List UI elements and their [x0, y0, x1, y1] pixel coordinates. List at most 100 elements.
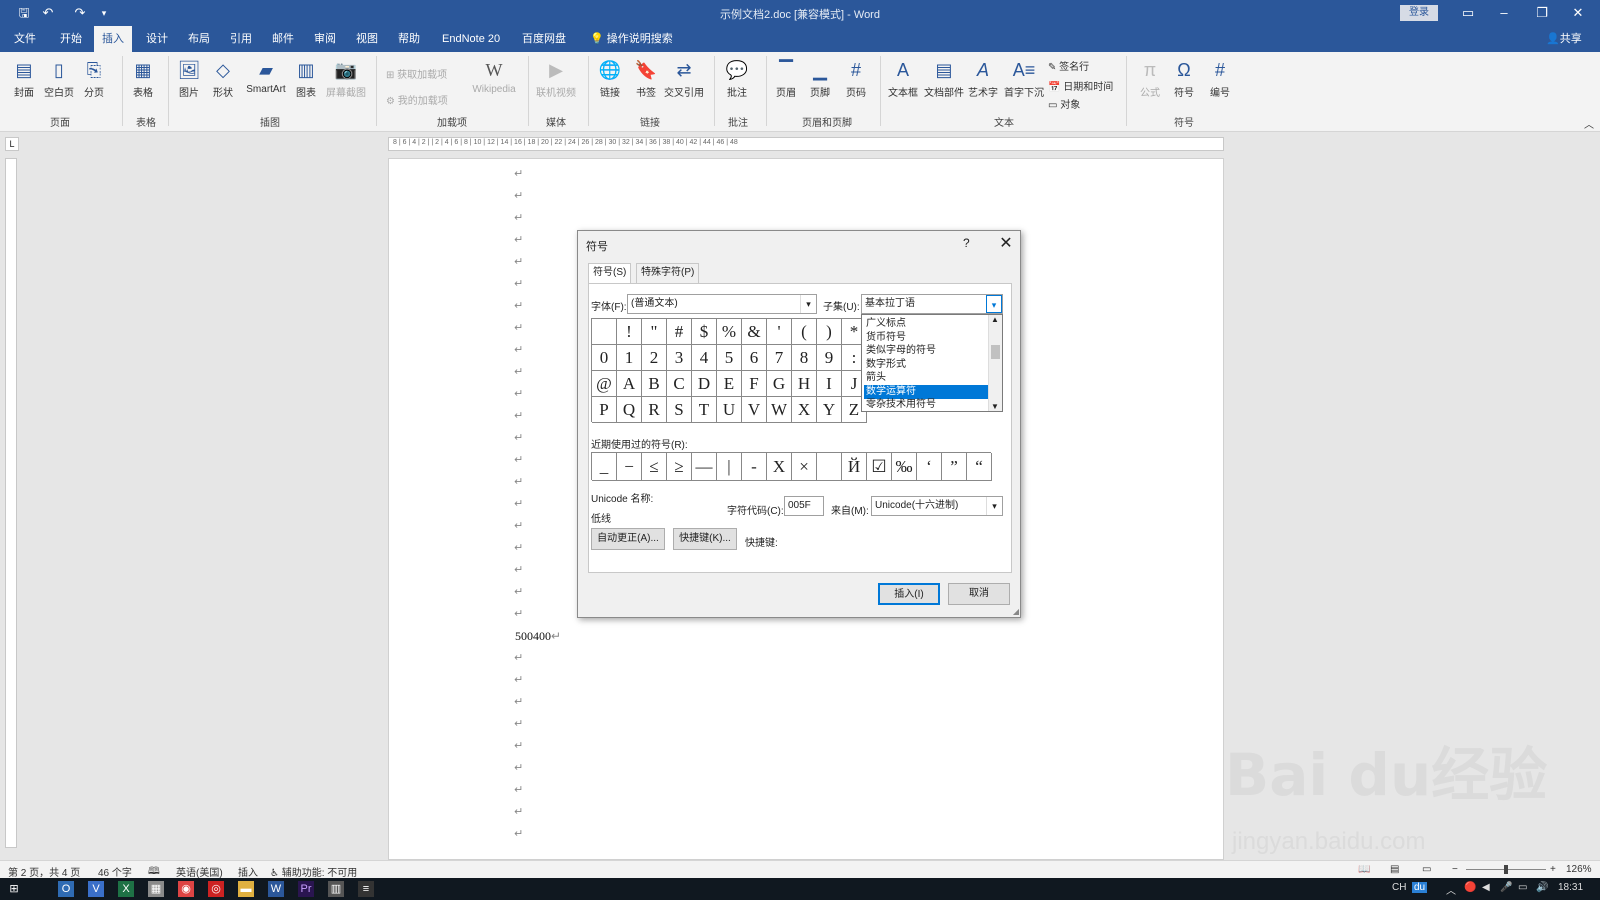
symbol-cell[interactable]: C: [667, 371, 692, 397]
recent-symbol-cell[interactable]: —: [692, 453, 717, 481]
vertical-ruler[interactable]: [5, 158, 17, 848]
recent-symbol-cell[interactable]: ☑: [867, 453, 892, 481]
char-code-input[interactable]: 005F: [784, 496, 824, 516]
subset-select[interactable]: 基本拉丁语 ▾: [861, 294, 1003, 314]
minimize-button[interactable]: –: [1492, 3, 1516, 23]
equation-button[interactable]: π 公式: [1136, 58, 1164, 99]
restore-button[interactable]: ❐: [1530, 3, 1554, 23]
network-icon[interactable]: ▭: [1518, 882, 1527, 893]
tab-mailings[interactable]: 邮件: [264, 26, 302, 52]
symbol-cell[interactable]: R: [642, 397, 667, 423]
recent-symbol-cell[interactable]: [817, 453, 842, 481]
scroll-down-icon[interactable]: ▼: [991, 402, 999, 411]
scroll-up-icon[interactable]: ▲: [991, 315, 999, 324]
symbol-cell[interactable]: %: [717, 319, 742, 345]
chrome-icon[interactable]: ◉: [178, 881, 194, 897]
microphone-icon[interactable]: 🎤: [1500, 882, 1512, 893]
ime-du-icon[interactable]: du: [1412, 882, 1428, 893]
signature-line-button[interactable]: ✎ 签名行: [1048, 58, 1089, 73]
subset-option[interactable]: 广义标点: [864, 317, 988, 331]
symbol-cell[interactable]: 0: [592, 345, 617, 371]
recent-symbol-cell[interactable]: ‰: [892, 453, 917, 481]
font-select[interactable]: (普通文本) ▾: [627, 294, 817, 314]
smartart-button[interactable]: ▰ SmartArt: [242, 58, 290, 95]
recent-symbol-cell[interactable]: “: [967, 453, 992, 481]
app-icon[interactable]: V: [88, 881, 104, 897]
language-status[interactable]: 英语(美国): [176, 864, 223, 879]
zoom-out-button[interactable]: −: [1452, 864, 1458, 875]
symbol-cell[interactable]: P: [592, 397, 617, 423]
tab-view[interactable]: 视图: [348, 26, 386, 52]
symbol-cell[interactable]: B: [642, 371, 667, 397]
symbol-cell[interactable]: G: [767, 371, 792, 397]
symbol-cell[interactable]: 8: [792, 345, 817, 371]
tab-insert[interactable]: 插入: [94, 26, 132, 52]
zoom-in-button[interactable]: +: [1550, 864, 1556, 875]
cross-reference-button[interactable]: ⇄ 交叉引用: [662, 58, 706, 99]
autocorrect-button[interactable]: 自动更正(A)...: [591, 528, 665, 550]
recent-symbol-cell[interactable]: _: [592, 453, 617, 481]
dialog-close-button[interactable]: ✕: [996, 233, 1016, 253]
web-layout-icon[interactable]: ▭: [1422, 864, 1431, 875]
ribbon-display-icon[interactable]: ▭: [1456, 3, 1480, 23]
recent-symbol-cell[interactable]: X: [767, 453, 792, 481]
recent-symbol-cell[interactable]: ‘: [917, 453, 942, 481]
share-button[interactable]: 👤共享: [1538, 26, 1590, 52]
subset-option[interactable]: 零杂技术用符号: [864, 398, 988, 412]
symbol-cell[interactable]: Y: [817, 397, 842, 423]
active-app-icon[interactable]: ▥: [328, 881, 344, 897]
subset-scrollbar[interactable]: ▲ ▼: [988, 315, 1002, 411]
blank-page-button[interactable]: ▯ 空白页: [42, 58, 76, 99]
tab-file[interactable]: 文件: [6, 26, 44, 52]
symbol-cell[interactable]: ): [817, 319, 842, 345]
outlook-icon[interactable]: O: [58, 881, 74, 897]
recent-symbol-cell[interactable]: -: [742, 453, 767, 481]
tab-special-characters[interactable]: 特殊字符(P): [636, 263, 700, 283]
tab-references[interactable]: 引用: [222, 26, 260, 52]
subset-option[interactable]: 类似字母的符号: [864, 344, 988, 358]
wordart-button[interactable]: A 艺术字: [966, 58, 1000, 99]
file-explorer-icon[interactable]: ▬: [238, 881, 254, 897]
chart-button[interactable]: ▥ 图表: [292, 58, 320, 99]
symbol-cell[interactable]: X: [792, 397, 817, 423]
shapes-button[interactable]: ◇ 形状: [208, 58, 238, 99]
symbol-cell[interactable]: ": [642, 319, 667, 345]
my-addins-button[interactable]: ⚙ 我的加载项: [386, 92, 448, 107]
table-button[interactable]: ▦ 表格: [128, 58, 158, 99]
symbol-cell[interactable]: (: [792, 319, 817, 345]
word-icon[interactable]: W: [268, 881, 284, 897]
symbol-cell[interactable]: &: [742, 319, 767, 345]
symbol-cell[interactable]: E: [717, 371, 742, 397]
accessibility-status[interactable]: ♿ 辅助功能: 不可用: [270, 864, 357, 879]
symbol-cell[interactable]: 5: [717, 345, 742, 371]
bookmark-button[interactable]: 🔖 书签: [632, 58, 660, 99]
symbol-cell[interactable]: 7: [767, 345, 792, 371]
symbol-button[interactable]: Ω 符号: [1170, 58, 1198, 99]
text-box-button[interactable]: A 文本框: [886, 58, 920, 99]
tray-app-icon[interactable]: 🔴: [1464, 882, 1476, 893]
subset-option[interactable]: 箭头: [864, 371, 988, 385]
page-count[interactable]: 第 2 页，共 4 页: [8, 864, 80, 879]
collapse-ribbon-icon[interactable]: ︿: [1584, 116, 1594, 131]
scroll-thumb[interactable]: [991, 345, 1000, 359]
horizontal-ruler[interactable]: 8 | 6 | 4 | 2 | | 2 | 4 | 6 | 8 | 10 | 1…: [388, 137, 1224, 151]
symbol-cell[interactable]: D: [692, 371, 717, 397]
wikipedia-button[interactable]: W Wikipedia: [468, 58, 520, 95]
word-count[interactable]: 46 个字: [98, 864, 132, 879]
symbol-cell[interactable]: !: [617, 319, 642, 345]
subset-option[interactable]: 数学运算符: [864, 384, 988, 399]
drop-cap-button[interactable]: A≡ 首字下沉: [1002, 58, 1046, 99]
quick-parts-button[interactable]: ▤ 文档部件: [922, 58, 966, 99]
symbol-cell[interactable]: I: [817, 371, 842, 397]
symbol-cell[interactable]: 2: [642, 345, 667, 371]
screenshot-button[interactable]: 📷 屏幕截图: [324, 58, 368, 99]
symbol-cell[interactable]: T: [692, 397, 717, 423]
tab-review[interactable]: 审阅: [306, 26, 344, 52]
symbol-cell[interactable]: #: [667, 319, 692, 345]
capture-app-icon[interactable]: ≡: [358, 881, 374, 897]
browser-icon[interactable]: ◎: [208, 881, 224, 897]
page-number-button[interactable]: # 页码: [842, 58, 870, 99]
symbol-cell[interactable]: H: [792, 371, 817, 397]
symbol-cell[interactable]: 4: [692, 345, 717, 371]
recent-symbol-cell[interactable]: −: [617, 453, 642, 481]
